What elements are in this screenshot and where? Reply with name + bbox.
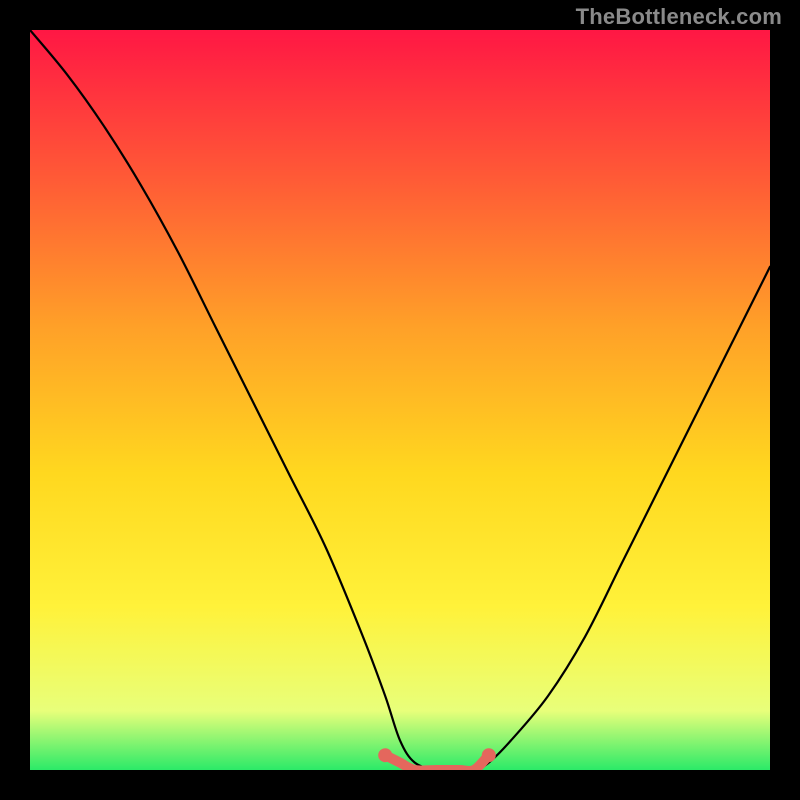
highlight-end-dot — [482, 748, 496, 762]
gradient-background — [30, 30, 770, 770]
bottleneck-chart — [30, 30, 770, 770]
plot-area — [30, 30, 770, 770]
watermark-text: TheBottleneck.com — [576, 4, 782, 30]
highlight-end-dot — [378, 748, 392, 762]
chart-frame: TheBottleneck.com — [0, 0, 800, 800]
